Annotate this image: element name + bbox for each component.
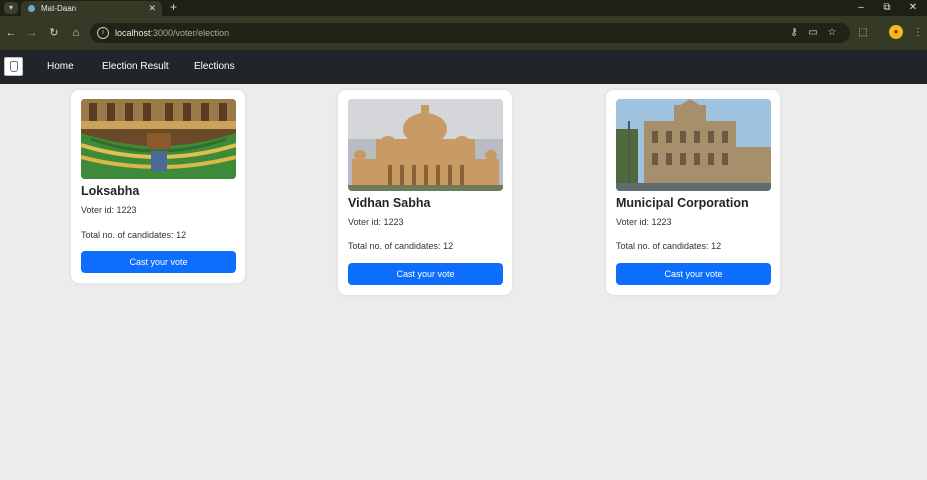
- tab-title: Mat-Daan: [41, 4, 77, 13]
- tab-search-chevron-icon[interactable]: ▾: [4, 2, 18, 14]
- browser-toolbar: ← → ↻ ⌂ i localhost:3000/voter/election …: [0, 16, 927, 50]
- brand-logo[interactable]: [4, 57, 23, 76]
- browser-menu-icon[interactable]: ⋮: [911, 26, 925, 40]
- candidate-count-text: Total no. of candidates: 12: [616, 241, 722, 251]
- municipal-corporation-building-image: [616, 99, 771, 191]
- loksabha-chamber-image: [81, 99, 236, 179]
- address-bar[interactable]: i localhost:3000/voter/election: [90, 23, 850, 43]
- cast-vote-button[interactable]: Cast your vote: [81, 251, 236, 273]
- voter-id-text: Voter id: 1223: [348, 217, 404, 227]
- window-close-icon[interactable]: ✕: [907, 1, 919, 15]
- ballot-logo-icon: [10, 61, 18, 72]
- browser-tab[interactable]: Mat-Daan ✕: [21, 1, 162, 16]
- nav-link-home[interactable]: Home: [47, 61, 74, 73]
- home-icon[interactable]: ⌂: [69, 26, 83, 40]
- voter-id-text: Voter id: 1223: [81, 205, 137, 215]
- back-arrow-icon[interactable]: ←: [4, 26, 18, 40]
- cast-screen-icon[interactable]: ▭: [806, 26, 820, 40]
- reload-icon[interactable]: ↻: [47, 26, 61, 40]
- nav-link-election-result[interactable]: Election Result: [102, 61, 169, 73]
- card-title: Municipal Corporation: [616, 196, 749, 210]
- cast-vote-button[interactable]: Cast your vote: [348, 263, 503, 285]
- url-path: :3000/voter/election: [150, 28, 230, 38]
- new-tab-plus-icon[interactable]: +: [170, 0, 177, 15]
- election-card-loksabha: Loksabha Voter id: 1223 Total no. of can…: [71, 90, 245, 283]
- candidate-count-text: Total no. of candidates: 12: [81, 230, 187, 240]
- extensions-icon[interactable]: ⬚: [856, 26, 870, 40]
- window-minimize-icon[interactable]: –: [855, 1, 867, 15]
- card-title: Loksabha: [81, 184, 140, 198]
- vidhan-sabha-building-image: [348, 99, 503, 191]
- election-card-vidhan-sabha: Vidhan Sabha Voter id: 1223 Total no. of…: [338, 90, 512, 295]
- profile-avatar-icon[interactable]: ●: [889, 25, 903, 39]
- candidate-count-text: Total no. of candidates: 12: [348, 241, 454, 251]
- tab-close-icon[interactable]: ✕: [148, 3, 156, 14]
- voter-id-text: Voter id: 1223: [616, 217, 672, 227]
- address-url[interactable]: localhost:3000/voter/election: [115, 27, 229, 39]
- tab-favicon-icon: [28, 5, 35, 12]
- card-title: Vidhan Sabha: [348, 196, 431, 210]
- nav-link-elections[interactable]: Elections: [194, 61, 235, 73]
- window-restore-icon[interactable]: ⧉: [881, 1, 893, 15]
- browser-tab-strip: ▾ Mat-Daan ✕ + – ⧉ ✕: [0, 0, 927, 16]
- password-key-icon[interactable]: ⚷: [787, 26, 801, 40]
- forward-arrow-icon[interactable]: →: [25, 26, 39, 40]
- cast-vote-button[interactable]: Cast your vote: [616, 263, 771, 285]
- site-info-icon[interactable]: i: [97, 27, 109, 39]
- election-card-municipal-corporation: Municipal Corporation Voter id: 1223 Tot…: [606, 90, 780, 295]
- bookmark-star-icon[interactable]: ☆: [825, 26, 839, 40]
- url-host: localhost: [115, 28, 151, 38]
